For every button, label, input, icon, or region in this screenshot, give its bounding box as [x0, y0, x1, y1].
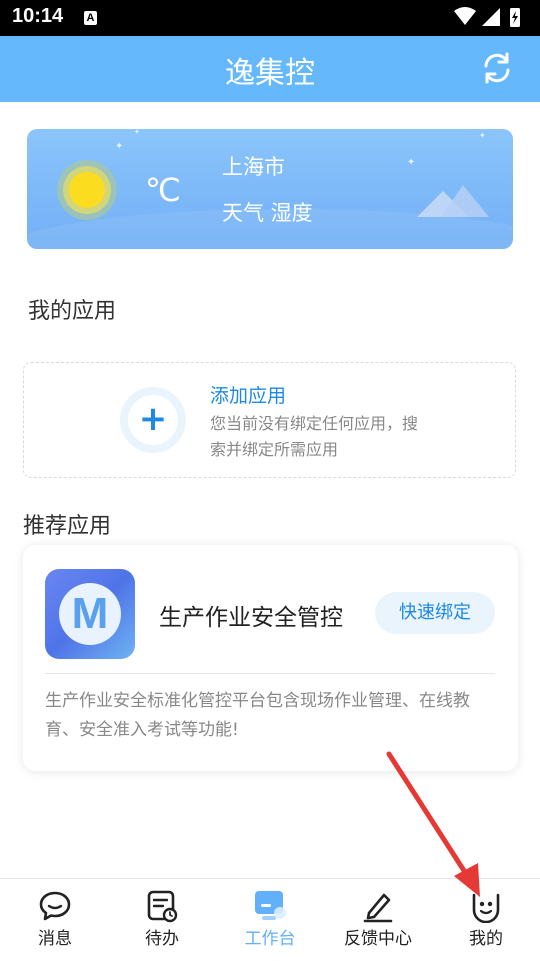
plus-icon: + — [128, 395, 178, 445]
sparkle-icon: ✦ — [134, 129, 140, 136]
tab-workbench[interactable]: 工作台 — [216, 879, 324, 961]
app-header: 逸集控 — [0, 36, 540, 102]
city-name: 上海市 — [222, 155, 285, 179]
weather-card: ✦ ✦ ✦ ✦ ℃ 上海市 天气 湿度 — [27, 129, 513, 249]
status-bar: 10:14 A — [0, 0, 540, 36]
profile-icon — [469, 889, 503, 924]
sparkle-icon: ✦ — [479, 131, 486, 140]
sparkle-icon: ✦ — [407, 157, 416, 168]
status-time: 10:14 — [12, 5, 64, 27]
feedback-icon — [361, 889, 395, 923]
app-description: 生产作业安全标准化管控平台包含现场作业管理、在线教育、安全准入考试等功能! — [45, 691, 470, 740]
tab-label: 消息 — [38, 929, 72, 949]
add-app-hint: 您当前没有绑定任何应用，搜索并绑定所需应用 — [210, 414, 419, 459]
tab-profile[interactable]: 我的 — [432, 879, 540, 961]
temperature-unit: ℃ — [145, 171, 181, 209]
workbench-icon — [253, 889, 287, 923]
message-icon — [38, 889, 72, 923]
recommended-app-card[interactable]: M 生产作业安全管控 快速绑定 生产作业安全标准化管控平台包含现场作业管理、在线… — [23, 545, 518, 771]
tab-messages[interactable]: 消息 — [1, 879, 109, 961]
my-apps-title: 我的应用 — [28, 299, 117, 324]
tab-label: 反馈中心 — [344, 929, 412, 949]
bottom-tab-bar: 消息 待办 工作台 反馈中心 我的 — [0, 878, 540, 961]
todo-icon — [145, 889, 179, 923]
app-logo-letter: M — [59, 583, 121, 645]
recommended-title: 推荐应用 — [23, 514, 112, 539]
refresh-icon[interactable] — [480, 51, 514, 85]
notification-icon: A — [84, 11, 97, 25]
add-app-card[interactable]: + 添加应用 您当前没有绑定任何应用，搜索并绑定所需应用 — [23, 362, 516, 478]
signal-icon — [482, 8, 500, 26]
tab-label: 待办 — [145, 929, 179, 949]
mountain-icon — [415, 179, 495, 219]
tab-feedback[interactable]: 反馈中心 — [324, 879, 432, 961]
page-title: 逸集控 — [225, 56, 315, 91]
status-icons — [452, 6, 532, 34]
sparkle-icon: ✦ — [115, 141, 124, 152]
wifi-icon — [454, 7, 476, 25]
tab-todo[interactable]: 待办 — [108, 879, 216, 961]
divider — [45, 673, 495, 674]
app-name: 生产作业安全管控 — [159, 605, 343, 631]
add-app-link[interactable]: 添加应用 — [210, 381, 286, 408]
app-logo: M — [45, 569, 135, 659]
sun-icon — [57, 160, 117, 220]
tab-label: 工作台 — [244, 929, 296, 949]
tab-label: 我的 — [469, 929, 503, 949]
quick-bind-button[interactable]: 快速绑定 — [375, 592, 495, 634]
weather-humidity: 天气 湿度 — [222, 201, 313, 225]
add-app-button[interactable]: + — [120, 387, 186, 453]
